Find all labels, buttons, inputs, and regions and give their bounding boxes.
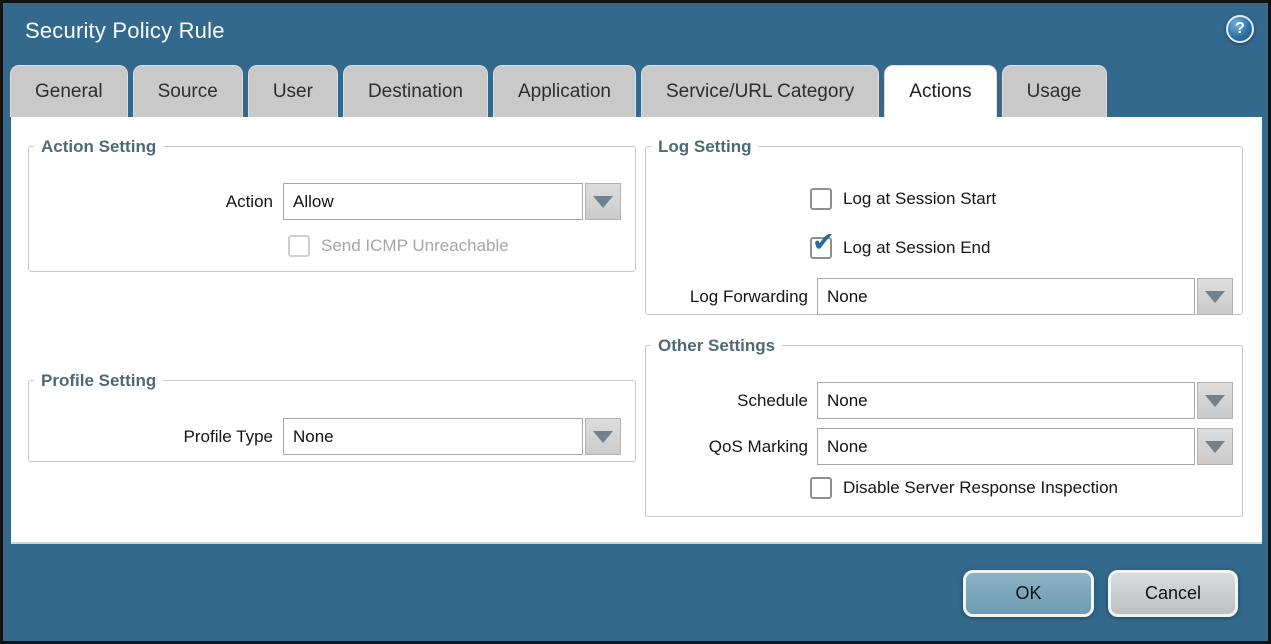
schedule-dropdown-button[interactable]	[1197, 382, 1233, 419]
profile-setting-section: Profile Setting Profile Type None	[28, 370, 636, 462]
chevron-down-icon	[593, 196, 613, 208]
help-icon[interactable]: ?	[1226, 15, 1254, 43]
qos-marking-dropdown[interactable]: None	[817, 428, 1195, 465]
log-session-end-checkbox[interactable]: ✔	[810, 237, 832, 259]
profile-setting-legend: Profile Setting	[34, 370, 163, 391]
send-icmp-label: Send ICMP Unreachable	[321, 234, 509, 258]
qos-marking-dropdown-button[interactable]	[1197, 428, 1233, 465]
tab-usage[interactable]: Usage	[1002, 65, 1107, 117]
action-label: Action	[29, 183, 273, 220]
tab-actions[interactable]: Actions	[884, 65, 996, 119]
log-session-start-checkbox[interactable]: ✔	[810, 188, 832, 210]
tab-application[interactable]: Application	[493, 65, 636, 117]
chevron-down-icon	[1205, 441, 1225, 453]
qos-marking-label: QoS Marking	[646, 428, 808, 465]
schedule-dropdown[interactable]: None	[817, 382, 1195, 419]
other-settings-section: Other Settings Schedule None QoS Marking…	[645, 335, 1243, 517]
log-setting-legend: Log Setting	[651, 136, 758, 157]
ok-button[interactable]: OK	[963, 570, 1094, 617]
chevron-down-icon	[1205, 395, 1225, 407]
action-dropdown-button[interactable]	[585, 183, 621, 220]
schedule-label: Schedule	[646, 382, 808, 419]
log-forwarding-label: Log Forwarding	[646, 278, 808, 315]
send-icmp-checkbox[interactable]: ✔	[288, 235, 310, 257]
log-session-start-label[interactable]: Log at Session Start	[843, 187, 996, 211]
log-setting-section: Log Setting ✔ Log at Session Start ✔ Log…	[645, 136, 1243, 315]
dsri-checkbox[interactable]: ✔	[810, 477, 832, 499]
tab-destination[interactable]: Destination	[343, 65, 488, 117]
log-forwarding-dropdown[interactable]: None	[817, 278, 1195, 315]
tab-source[interactable]: Source	[133, 65, 243, 117]
log-session-end-label[interactable]: Log at Session End	[843, 236, 990, 260]
tab-general[interactable]: General	[10, 65, 128, 117]
dsri-label[interactable]: Disable Server Response Inspection	[843, 476, 1118, 500]
profile-type-label: Profile Type	[29, 418, 273, 455]
tab-service-url-category[interactable]: Service/URL Category	[641, 65, 879, 117]
cancel-button[interactable]: Cancel	[1108, 570, 1238, 617]
security-policy-rule-dialog: Security Policy Rule ? General Source Us…	[0, 0, 1271, 644]
dialog-title: Security Policy Rule	[25, 18, 225, 44]
chevron-down-icon	[593, 431, 613, 443]
other-settings-legend: Other Settings	[651, 335, 782, 356]
tab-user[interactable]: User	[248, 65, 338, 117]
log-forwarding-dropdown-button[interactable]	[1197, 278, 1233, 315]
chevron-down-icon	[1205, 291, 1225, 303]
profile-type-dropdown[interactable]: None	[283, 418, 583, 455]
action-setting-section: Action Setting Action Allow ✔ Send ICMP …	[28, 136, 636, 272]
actions-tab-panel: Action Setting Action Allow ✔ Send ICMP …	[11, 117, 1262, 544]
action-dropdown[interactable]: Allow	[283, 183, 583, 220]
tab-strip: General Source User Destination Applicat…	[10, 65, 1107, 117]
profile-type-dropdown-button[interactable]	[585, 418, 621, 455]
action-setting-legend: Action Setting	[34, 136, 163, 157]
